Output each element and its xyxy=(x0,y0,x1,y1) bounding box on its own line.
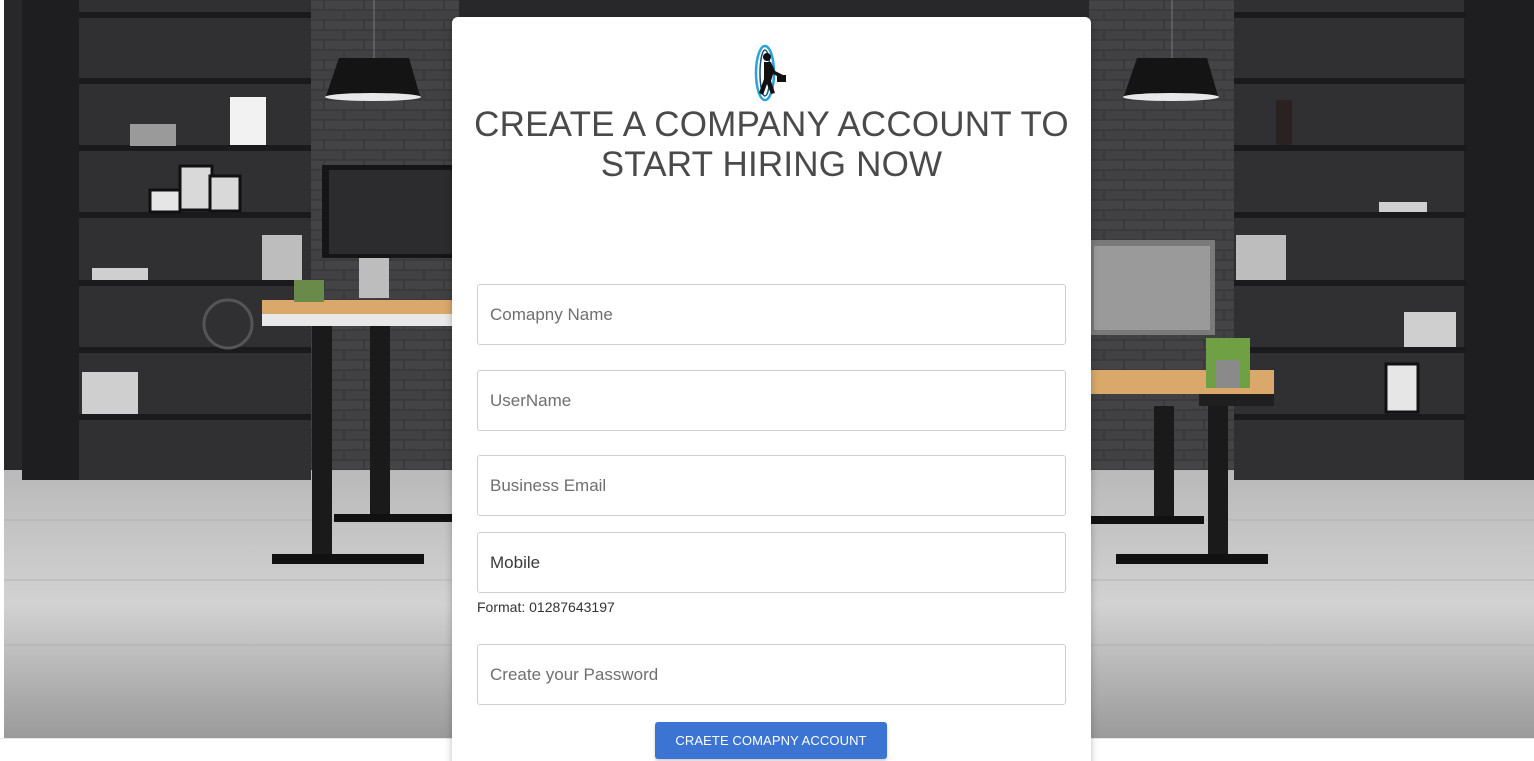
page-title: CREATE A COMPANY ACCOUNT TO START HIRING… xyxy=(474,105,1069,184)
mobile-input[interactable] xyxy=(477,532,1066,593)
signup-page: CREATE A COMPANY ACCOUNT TO START HIRING… xyxy=(0,0,1534,761)
mobile-format-hint: Format: 01287643197 xyxy=(477,599,615,615)
create-company-account-button[interactable]: CRAETE COMAPNY ACCOUNT xyxy=(655,722,887,759)
password-input[interactable] xyxy=(477,644,1066,705)
person-with-briefcase-logo-icon xyxy=(749,43,789,103)
signup-card: CREATE A COMPANY ACCOUNT TO START HIRING… xyxy=(452,17,1091,761)
company-name-input[interactable] xyxy=(477,284,1066,345)
business-email-input[interactable] xyxy=(477,455,1066,516)
username-input[interactable] xyxy=(477,370,1066,431)
